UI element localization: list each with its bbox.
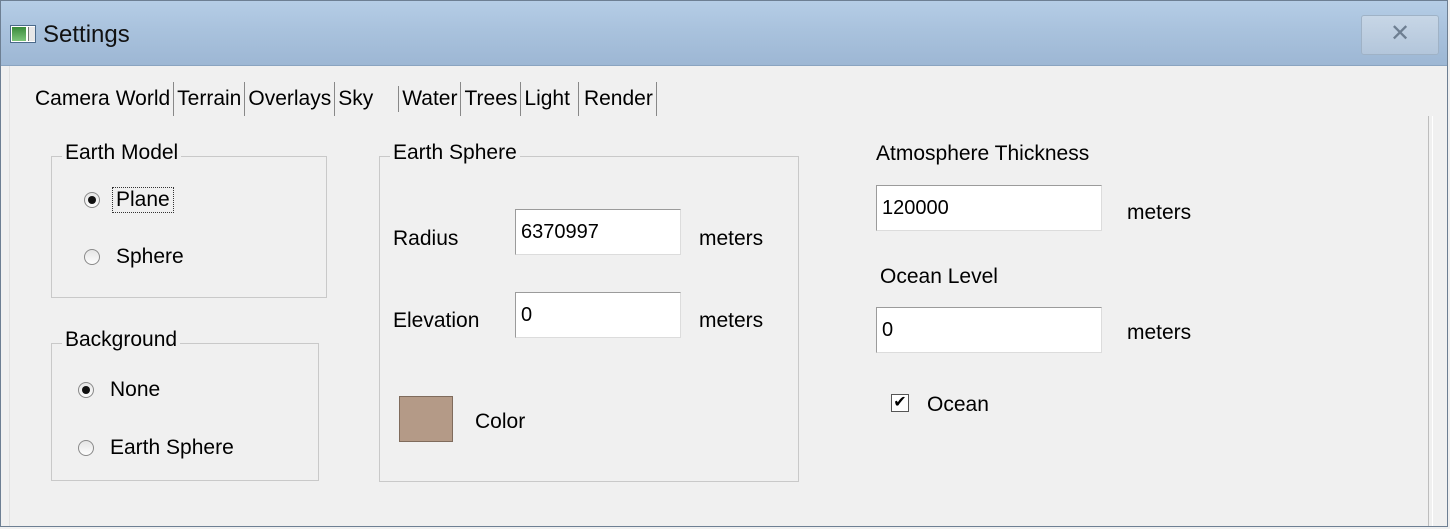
elevation-input[interactable]	[515, 292, 681, 338]
atmosphere-unit: meters	[1127, 201, 1192, 224]
sphere-radio[interactable]	[84, 249, 100, 265]
window-title: Settings	[43, 21, 130, 48]
ocean-checkbox[interactable]: ✔	[891, 394, 909, 412]
earth-sphere-radio-label: Earth Sphere	[110, 436, 234, 459]
earth-model-title: Earth Model	[62, 141, 182, 165]
radius-input[interactable]	[515, 209, 681, 255]
background-group: Background None Earth Sphere	[51, 328, 319, 481]
plane-radio[interactable]	[84, 192, 100, 208]
earth-model-sphere-option[interactable]: Sphere	[84, 245, 184, 269]
checkmark-icon: ✔	[893, 394, 907, 411]
ocean-level-unit: meters	[1127, 321, 1192, 344]
tab-bar: Camera World Terrain Overlays Sky Water …	[32, 82, 657, 116]
tab-trees[interactable]: Trees	[461, 82, 522, 116]
close-button[interactable]: ✕	[1361, 15, 1439, 55]
tab-world[interactable]: World	[112, 82, 175, 116]
earth-sphere-radio[interactable]	[78, 440, 94, 456]
sphere-radio-label: Sphere	[116, 245, 184, 268]
earth-model-plane-option[interactable]: Plane	[84, 187, 174, 213]
background-earth-sphere-option[interactable]: Earth Sphere	[78, 436, 234, 460]
radius-label: Radius	[393, 227, 459, 250]
title-bar[interactable]: Settings ✕	[1, 1, 1447, 66]
atmosphere-thickness-label: Atmosphere Thickness	[876, 142, 1090, 165]
tab-overlays[interactable]: Overlays	[245, 82, 336, 116]
plane-radio-label: Plane	[112, 187, 174, 213]
tab-terrain[interactable]: Terrain	[174, 82, 246, 116]
app-window-icon	[10, 25, 36, 43]
tab-sky[interactable]: Sky	[335, 82, 376, 116]
tab-water[interactable]: Water	[399, 82, 462, 116]
earth-sphere-title: Earth Sphere	[390, 141, 520, 165]
background-none-option[interactable]: None	[78, 378, 160, 402]
none-radio[interactable]	[78, 382, 94, 398]
settings-window: Settings ✕ Camera World Terrain Overlays…	[0, 0, 1448, 527]
none-radio-label: None	[110, 378, 161, 401]
elevation-unit: meters	[699, 309, 764, 332]
panel-border	[1428, 116, 1433, 526]
ocean-level-label: Ocean Level	[880, 265, 998, 288]
elevation-label: Elevation	[393, 309, 480, 332]
radius-unit: meters	[699, 227, 764, 250]
atmosphere-thickness-input[interactable]	[876, 185, 1102, 231]
earth-color-swatch[interactable]	[399, 396, 453, 442]
tab-render[interactable]: Render	[579, 82, 657, 116]
background-title: Background	[62, 328, 181, 352]
color-label: Color	[475, 410, 526, 433]
tab-camera[interactable]: Camera	[32, 82, 113, 116]
ocean-checkbox-label[interactable]: Ocean	[927, 393, 989, 417]
earth-model-group: Earth Model Plane Sphere	[51, 141, 327, 298]
tab-divider	[376, 86, 400, 112]
close-icon: ✕	[1389, 20, 1411, 47]
tab-light[interactable]: Light	[521, 82, 579, 116]
ocean-level-input[interactable]	[876, 307, 1102, 353]
